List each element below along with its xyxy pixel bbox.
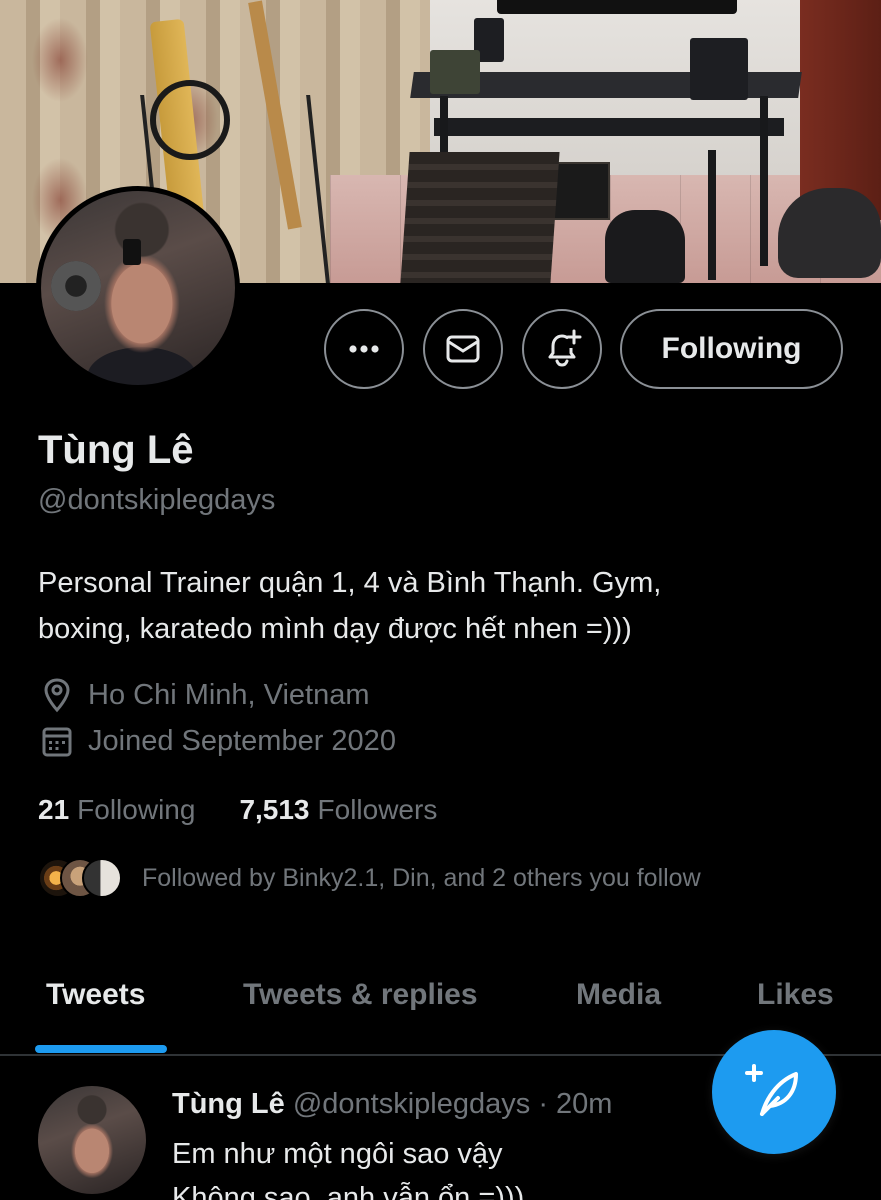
profile-bio: Personal Trainer quận 1, 4 và Bình Thạnh… bbox=[38, 560, 838, 652]
tweet-text-line: Không sao, anh vẫn ổn =))) bbox=[172, 1182, 525, 1200]
bell-plus-icon bbox=[548, 329, 582, 367]
location-text: Ho Chi Minh, Vietnam bbox=[88, 678, 370, 711]
location-pin-icon bbox=[44, 678, 70, 713]
banner-bag bbox=[605, 210, 685, 283]
banner-door bbox=[800, 0, 881, 220]
profile-page: Following Tùng Lê @dontskiplegdays Perso… bbox=[0, 0, 881, 1200]
tab-likes[interactable]: Likes bbox=[757, 978, 834, 1012]
follower-avatar bbox=[82, 858, 122, 898]
tab-tweets-replies[interactable]: Tweets & replies bbox=[243, 978, 478, 1012]
banner-desk-leg bbox=[708, 150, 716, 280]
followers-count: 7,513 bbox=[239, 794, 310, 825]
profile-handle: @dontskiplegdays bbox=[38, 484, 276, 516]
avatar-phone bbox=[123, 239, 141, 265]
profile-counts: 21 Following 7,513 Followers bbox=[38, 794, 481, 826]
calendar-icon bbox=[42, 727, 72, 757]
tweet-avatar[interactable] bbox=[38, 1086, 146, 1194]
banner-cables bbox=[150, 80, 230, 160]
tab-media[interactable]: Media bbox=[576, 978, 661, 1012]
message-button[interactable] bbox=[423, 309, 503, 389]
tweet-author-name[interactable]: Tùng Lê bbox=[172, 1088, 285, 1120]
tweet-time[interactable]: 20m bbox=[556, 1088, 612, 1120]
banner-tv bbox=[497, 0, 737, 14]
profile-joined: Joined September 2020 bbox=[38, 722, 396, 760]
compose-tweet-icon bbox=[745, 1064, 798, 1116]
mail-icon bbox=[446, 335, 480, 363]
avatar-weight-plate bbox=[51, 261, 101, 311]
compose-tweet-button[interactable] bbox=[712, 1030, 836, 1154]
tweet-author-handle: @dontskiplegdays bbox=[292, 1088, 531, 1120]
banner-desk-leg bbox=[760, 96, 768, 266]
joined-text: Joined September 2020 bbox=[88, 724, 396, 757]
tweet-header: Tùng Lê @dontskiplegdays · 20m bbox=[172, 1088, 612, 1121]
banner-chair bbox=[400, 152, 560, 283]
banner-desk-shelf bbox=[434, 118, 784, 136]
active-tab-indicator bbox=[35, 1045, 167, 1053]
following-count: 21 bbox=[38, 794, 70, 825]
tweet-text-line: Em như một ngôi sao vậy bbox=[172, 1138, 503, 1170]
more-icon bbox=[349, 345, 379, 353]
tweet-separator: · bbox=[538, 1088, 548, 1120]
profile-location: Ho Chi Minh, Vietnam bbox=[38, 676, 370, 714]
followers-label: Followers bbox=[317, 794, 438, 825]
following-label: Following bbox=[77, 794, 196, 825]
following-count-link[interactable]: 21 Following bbox=[38, 794, 195, 826]
profile-name: Tùng Lê bbox=[38, 428, 194, 472]
banner-speaker bbox=[690, 38, 748, 100]
bio-line: Personal Trainer quận 1, 4 và Bình Thạnh… bbox=[38, 567, 662, 599]
followed-by-row[interactable]: Followed by Binky2.1, Din, and 2 others … bbox=[38, 858, 701, 898]
banner-dog bbox=[778, 188, 881, 278]
notify-button[interactable] bbox=[522, 309, 602, 389]
bio-line: boxing, karatedo mình dạy được hết nhen … bbox=[38, 613, 632, 645]
tab-tweets[interactable]: Tweets bbox=[46, 978, 145, 1012]
banner-radio bbox=[430, 50, 480, 94]
followed-by-text: Followed by Binky2.1, Din, and 2 others … bbox=[142, 863, 701, 892]
followers-count-link[interactable]: 7,513 Followers bbox=[239, 794, 437, 826]
profile-avatar[interactable] bbox=[36, 186, 240, 390]
more-button[interactable] bbox=[324, 309, 404, 389]
following-button[interactable]: Following bbox=[620, 309, 843, 389]
